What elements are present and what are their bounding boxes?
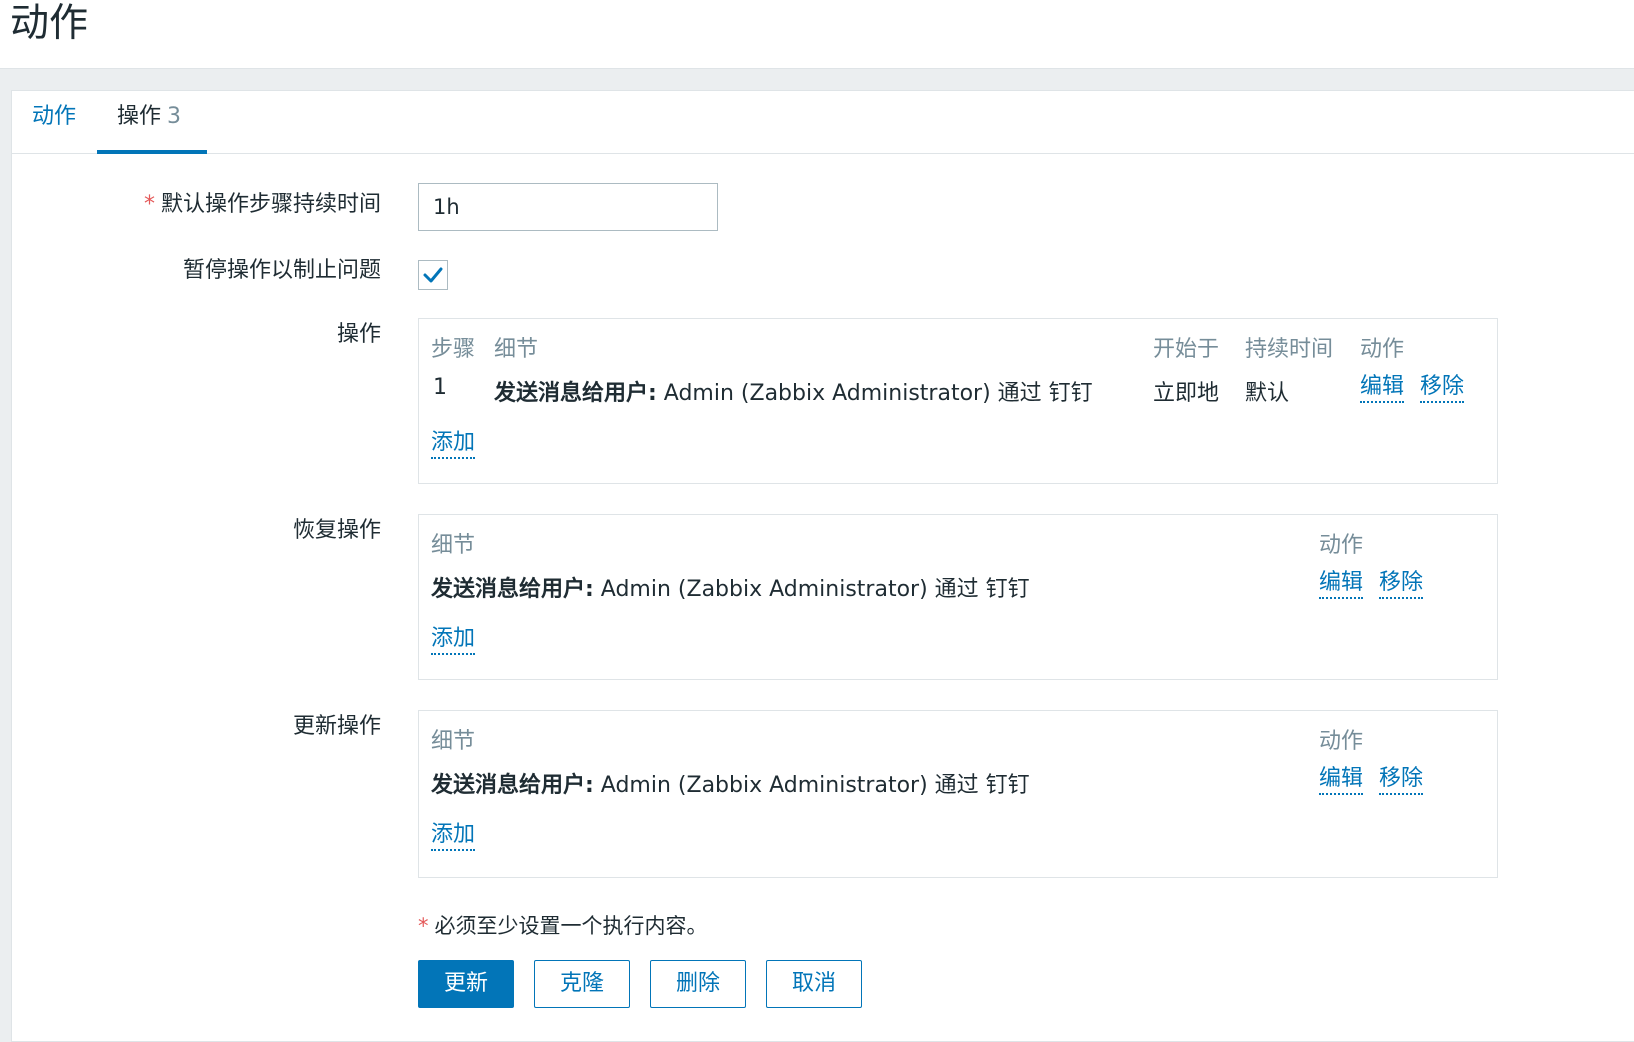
operation-remove-link[interactable]: 移除 xyxy=(1420,373,1465,403)
update-col-header-detail: 细节 xyxy=(431,729,476,754)
required-note-asterisk: * xyxy=(418,914,429,938)
update-edit-link[interactable]: 编辑 xyxy=(1319,765,1364,795)
update-col-header-action: 动作 xyxy=(1319,729,1364,754)
operation-edit-link[interactable]: 编辑 xyxy=(1360,373,1405,403)
update-detail-bold: 发送消息给用户: xyxy=(431,773,594,798)
tab-operations[interactable]: 操作 3 xyxy=(97,91,207,154)
recovery-detail-bold: 发送消息给用户: xyxy=(431,577,594,602)
recovery-operations-label: 恢复操作 xyxy=(292,518,381,543)
col-header-duration: 持续时间 xyxy=(1245,337,1334,362)
clone-button[interactable]: 克隆 xyxy=(534,960,630,1008)
recovery-operation-detail: 发送消息给用户: Admin (Zabbix Administrator) 通过… xyxy=(431,571,1030,603)
operation-duration: 默认 xyxy=(1245,381,1290,406)
required-asterisk: * xyxy=(143,192,155,217)
default-step-duration-label-text: 默认操作步骤持续时间 xyxy=(160,192,381,217)
required-note-text: 必须至少设置一个执行内容。 xyxy=(434,914,708,938)
update-remove-link[interactable]: 移除 xyxy=(1379,765,1424,795)
default-step-duration-label: * 默认操作步骤持续时间 xyxy=(144,186,381,218)
tab-operations-label: 操作 xyxy=(117,104,162,129)
tab-bar: 动作 操作 3 xyxy=(12,91,1634,154)
update-operations-table: 细节 动作 发送消息给用户: Admin (Zabbix Administrat… xyxy=(418,710,1498,878)
update-detail-rest: Admin (Zabbix Administrator) 通过 钉钉 xyxy=(593,773,1030,798)
operation-detail-rest: Admin (Zabbix Administrator) 通过 钉钉 xyxy=(656,381,1093,406)
col-header-detail: 细节 xyxy=(494,337,539,362)
update-operation-detail: 发送消息给用户: Admin (Zabbix Administrator) 通过… xyxy=(431,767,1030,799)
operation-step: 1 xyxy=(433,375,447,400)
recovery-operations-table: 细节 动作 发送消息给用户: Admin (Zabbix Administrat… xyxy=(418,514,1498,680)
recovery-detail-rest: Admin (Zabbix Administrator) 通过 钉钉 xyxy=(593,577,1030,602)
default-step-duration-input[interactable] xyxy=(418,183,718,231)
operation-add-link[interactable]: 添加 xyxy=(431,429,476,459)
operation-detail-bold: 发送消息给用户: xyxy=(494,381,657,406)
operation-start: 立即地 xyxy=(1153,381,1220,406)
cancel-button[interactable]: 取消 xyxy=(766,960,862,1008)
update-button[interactable]: 更新 xyxy=(418,960,514,1008)
recovery-col-header-detail: 细节 xyxy=(431,533,476,558)
col-header-action: 动作 xyxy=(1360,337,1405,362)
update-add-link[interactable]: 添加 xyxy=(431,821,476,851)
col-header-start: 开始于 xyxy=(1153,337,1220,362)
operations-label: 操作 xyxy=(336,322,381,347)
page-title: 动作 xyxy=(10,1,89,46)
recovery-remove-link[interactable]: 移除 xyxy=(1379,569,1424,599)
checkmark-icon xyxy=(423,267,443,283)
pause-operations-label: 暂停操作以制止问题 xyxy=(182,258,381,283)
recovery-add-link[interactable]: 添加 xyxy=(431,625,476,655)
delete-button[interactable]: 删除 xyxy=(650,960,746,1008)
page-header: 动作 xyxy=(0,0,1634,69)
tab-operations-count: 3 xyxy=(167,104,182,129)
tab-action-label: 动作 xyxy=(32,104,77,129)
tab-action[interactable]: 动作 xyxy=(32,91,82,154)
pause-operations-checkbox[interactable] xyxy=(418,260,448,290)
update-operations-label: 更新操作 xyxy=(292,714,381,739)
recovery-col-header-action: 动作 xyxy=(1319,533,1364,558)
operations-table: 步骤 细节 开始于 持续时间 动作 1 发送消息给用户: Admin (Zabb… xyxy=(418,318,1498,484)
recovery-edit-link[interactable]: 编辑 xyxy=(1319,569,1364,599)
col-header-step: 步骤 xyxy=(431,337,476,362)
operation-detail: 发送消息给用户: Admin (Zabbix Administrator) 通过… xyxy=(494,375,1093,407)
required-note: * 必须至少设置一个执行内容。 xyxy=(418,910,708,940)
